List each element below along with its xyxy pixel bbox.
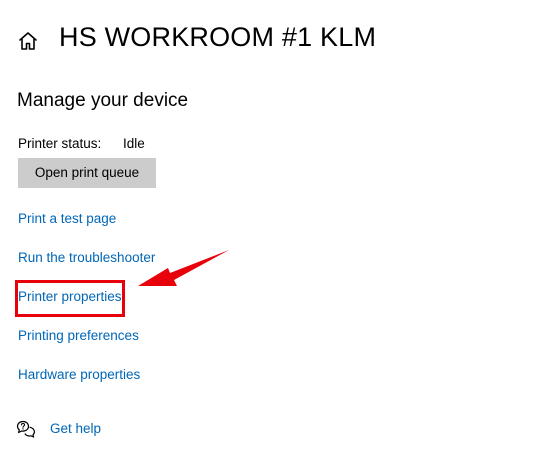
- home-icon[interactable]: [17, 30, 39, 52]
- chat-help-icon[interactable]: [16, 419, 36, 439]
- hardware-properties-link[interactable]: Hardware properties: [18, 367, 140, 382]
- printing-preferences-link[interactable]: Printing preferences: [18, 328, 139, 343]
- printer-status-label: Printer status:: [18, 136, 102, 151]
- printer-status-value: Idle: [123, 136, 145, 151]
- get-help-link[interactable]: Get help: [50, 421, 101, 436]
- page-title: HS WORKROOM #1 KLM: [59, 22, 377, 52]
- annotation-highlight-box: [15, 280, 125, 317]
- print-test-page-link[interactable]: Print a test page: [18, 211, 116, 226]
- printer-status-row: Printer status: Idle: [18, 136, 145, 151]
- annotation-arrow-icon: [138, 250, 229, 286]
- section-title: Manage your device: [17, 90, 189, 111]
- open-print-queue-button[interactable]: Open print queue: [18, 158, 156, 188]
